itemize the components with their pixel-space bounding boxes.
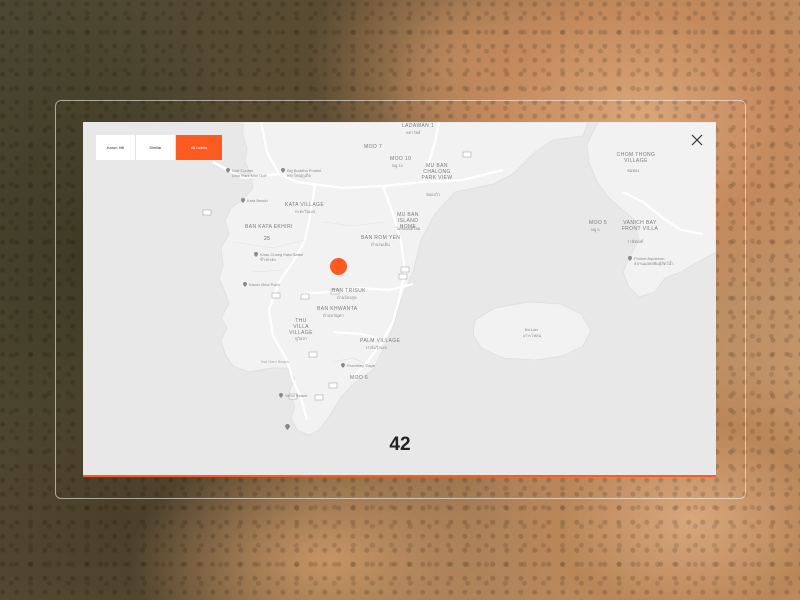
map-label-palm-village: PALM VILLAGE — [360, 338, 401, 344]
pin-icon — [341, 363, 345, 368]
poi-big-buddha[interactable]: Big Buddha Phuket พระใหญ่ภูเก็ต — [281, 168, 321, 178]
map-label-kata-village-th: กะตะวิลเลจ — [295, 209, 316, 214]
map-label-ko-lon: Ko Lon — [525, 327, 538, 332]
poi-karon-viewpoint[interactable]: Karon View Point — [243, 282, 280, 287]
poi-aquarium[interactable]: Phuket Aquarium สถานแสดงพันธุ์สัตว์น้ำ — [628, 256, 674, 266]
poi-label-th: ช้างกะตะ — [260, 257, 277, 262]
map-label-vanich-th: วานิชเบย์ — [627, 239, 644, 244]
map-label-moo5-th: หมู่ 5 — [591, 227, 600, 232]
pin-icon — [243, 282, 247, 287]
map-label-ko-lon-th: เกาะโหลน — [523, 333, 542, 338]
map-label-trisuk-th: บ้านไตรสุข — [337, 295, 357, 300]
map-label-moo10-th: หมู่ 10 — [392, 163, 403, 168]
poi-kata-beach[interactable]: Kata Beach — [241, 198, 268, 203]
pin-icon — [281, 168, 285, 173]
map-label-palm-th: ปาล์มวิลเลจ — [366, 345, 387, 350]
poi-label: Karon View Point — [249, 282, 280, 287]
poi-label: Yanui Beach — [285, 393, 308, 398]
poi-label: Kata Beach — [247, 198, 268, 203]
map-label-trisuk: BAN TRISUK — [332, 288, 366, 294]
poi-label-th: พระใหญ่ภูเก็ต — [287, 173, 311, 178]
map-label-khwanta-th: บ้านขวัญตา — [323, 313, 344, 318]
poi-promthep[interactable]: Promthep Cape — [341, 363, 375, 368]
poi-label-sub: Dino Park Mini Golf — [232, 173, 267, 178]
map-label-rom-yen-th: บ้านร่มเย็น — [371, 242, 390, 247]
map-label-thu-villa: THU VILLA VILLAGE — [289, 318, 313, 336]
map-label-moo6: MOO 6 — [350, 375, 369, 381]
map-panel[interactable]: LADAWAN 1 ลดาวัลย์ MOO 7 MOO 10 หมู่ 10 … — [83, 122, 716, 477]
poi-yanui[interactable]: Yanui Beach — [279, 393, 307, 398]
map-label-chom-thong-th: ชมทอง — [627, 168, 640, 173]
map-label-vanich-bay: VANICH BAY FRONT VILLA — [621, 220, 659, 232]
filter-tabs: Karon Hill Similar All hotels — [96, 135, 222, 160]
road-number-25: 25 — [264, 236, 271, 242]
poi-label-th: สถานแสดงพันธุ์สัตว์น้ำ — [634, 261, 674, 266]
map-label-chom-thong: CHOM THONG VILLAGE — [616, 152, 656, 164]
pin-icon — [226, 168, 230, 173]
map-label-thu-villa-th: ทูวิลล่า — [295, 336, 308, 341]
map-label-rom-yen: BAN ROM YEN — [361, 235, 401, 241]
map-label-khwanta: BAN KHWANTA — [317, 306, 358, 312]
tab-karon-hill[interactable]: Karon Hill — [96, 135, 136, 160]
map-label-moo7: MOO 7 — [364, 144, 383, 150]
pin-icon[interactable] — [285, 424, 290, 430]
pin-icon — [254, 252, 258, 257]
close-icon[interactable] — [689, 132, 705, 148]
map-label-moo10: MOO 10 — [390, 156, 412, 162]
map-label-island-home-th: ไอส์แลนด์โฮม — [396, 226, 421, 231]
map-label-kata-village: KATA VILLAGE — [285, 202, 325, 208]
map-label-ladawan-th: ลดาวัลย์ — [406, 130, 421, 135]
pin-icon — [279, 393, 283, 398]
pin-icon — [628, 256, 632, 261]
poi-golf[interactable]: Golf Course Dino Park Mini Golf — [226, 168, 266, 178]
tab-all-hotels[interactable]: All hotels — [176, 135, 222, 160]
hotel-count: 42 — [389, 434, 411, 455]
map-label-chalong-th: ชลองวิว — [426, 192, 441, 197]
poi-label: Promthep Cape — [347, 363, 376, 368]
map-label-kata-ekhiri: BAN KATA EKHIRI — [245, 224, 293, 230]
map-label-chalong: MU BAN CHALONG PARK VIEW — [421, 163, 453, 181]
map-label-nai-harn: Nai Harn Beach — [261, 359, 290, 364]
map-canvas[interactable] — [83, 122, 716, 477]
tab-similar[interactable]: Similar — [136, 135, 176, 160]
map-label-ladawan: LADAWAN 1 — [402, 123, 435, 129]
map-label-moo5: MOO 5 — [589, 220, 608, 226]
poi-khao-chang[interactable]: Khao Chang Kata Safari ช้างกะตะ — [254, 252, 303, 262]
hotel-location-marker[interactable] — [330, 258, 347, 275]
pin-icon — [241, 198, 245, 203]
